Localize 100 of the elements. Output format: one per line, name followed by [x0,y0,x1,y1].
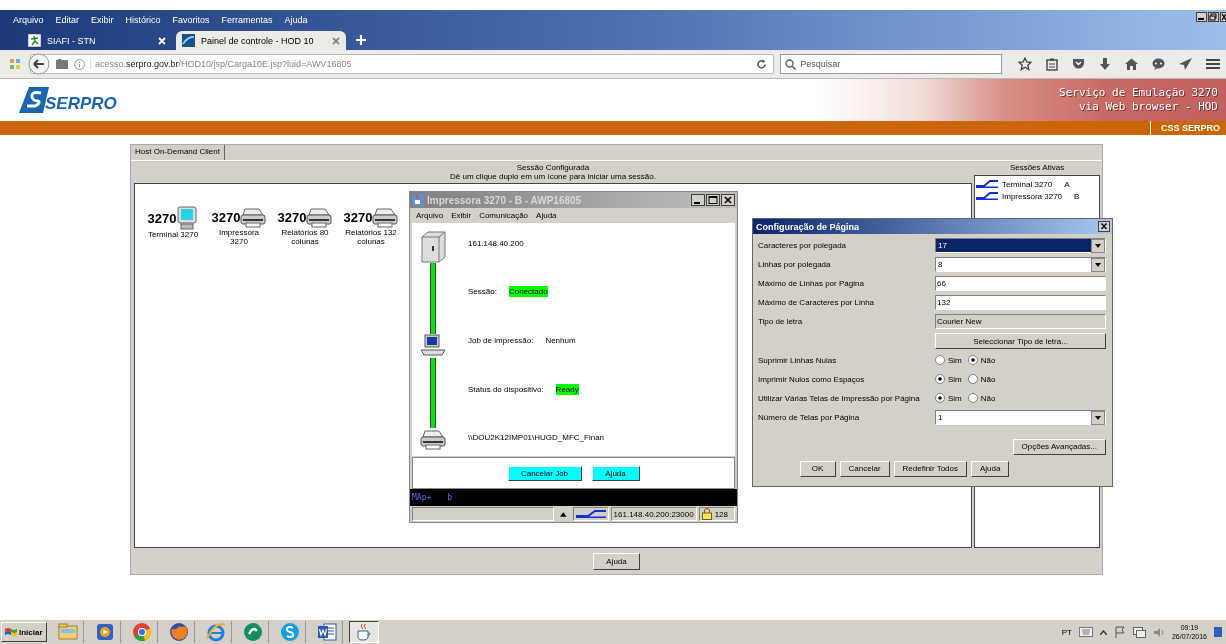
menu-item[interactable]: Arquivo [13,15,44,25]
session-launcher[interactable]: 3270 Impressora 3270 [207,206,271,246]
home-icon[interactable] [1125,58,1138,70]
radio-button[interactable] [967,393,978,404]
minimize-icon[interactable] [691,194,705,206]
lock-icon [701,508,712,520]
input-field[interactable]: 66 [935,276,1106,292]
monitor-icon [176,206,199,230]
radio-button[interactable] [967,355,978,366]
input-field[interactable]: 132 [935,295,1106,311]
menu-item[interactable]: Arquivo [416,211,444,220]
search-field[interactable]: Pesquisar [780,54,1002,74]
help-button[interactable]: Ajuda [593,552,640,570]
menu-item[interactable]: Ajuda [284,15,308,25]
action-button[interactable]: Ajuda [591,465,640,481]
start-button[interactable]: Iniciar [1,622,47,642]
field-label: Máximo de Caracteres por Linha [758,298,876,308]
session-launcher[interactable]: 3270 Terminal 3270 [141,206,205,239]
printer-icon [240,206,267,228]
radio-button[interactable] [935,355,945,366]
action-button[interactable]: Cancelar Job [507,465,582,481]
restore-icon[interactable] [1208,12,1219,22]
browser-tab[interactable]: Painel de controle - HOD 10 [176,31,346,50]
send-icon[interactable] [1179,58,1192,70]
banner-text: via Web browser - HOD [1078,100,1218,114]
up-arrow-icon [560,511,567,517]
radio-label[interactable]: Não [980,393,996,403]
menu-item[interactable]: Exibir [451,211,472,220]
maximize-icon[interactable] [706,194,720,206]
field-value: Ready [555,384,579,395]
chevron-up-icon[interactable] [1099,629,1107,635]
host-address: 161.148.40.200 [468,239,525,248]
device-path: \\DOU2K12IMP01\HUGD_MFC_Finan [468,433,606,442]
menu-item[interactable]: Histórico [125,15,161,25]
strip-label: CSS SERPRO [1150,121,1226,135]
menu-item[interactable]: Exibir [91,15,114,25]
session-item[interactable]: Terminal 3270 A [976,178,1098,190]
select-font-button[interactable]: Seleccionar Tipo de letra... [935,333,1106,349]
menu-item[interactable]: Ajuda [536,211,557,220]
back-icon[interactable] [28,53,50,75]
network-icon[interactable] [1132,626,1146,638]
field-value: Conectado [508,286,548,297]
status-text: MAp+ [412,493,432,502]
menu-item[interactable]: Comunicação [479,211,529,220]
language-indicator[interactable]: PT [1061,627,1072,637]
radio-button[interactable] [967,374,978,385]
radio-label[interactable]: Sim [948,355,962,365]
menu-item[interactable]: Favoritos [172,15,210,25]
close-icon[interactable] [1098,221,1110,232]
dialog-button[interactable]: Ajuda [971,460,1010,477]
printer-icon [420,428,446,450]
dropdown[interactable]: 1 [935,409,1106,425]
server-icon [420,231,446,263]
clipboard-icon[interactable] [1046,57,1058,71]
session-launcher[interactable]: 3270 Relatórios 132 colunas [339,206,403,246]
radio-label[interactable]: Sim [948,374,962,384]
browser-e-icon [204,621,227,643]
radio-button[interactable] [935,393,945,404]
status-text: b [447,493,453,502]
session-item[interactable]: Impressora 3270 B [976,190,1098,202]
address-field[interactable]: acesso.serpro.gov.br/HOD10/jsp/Carga10E.jsp?luid=AWV16805 [30,54,775,74]
field-label: Número de Telas por Página [758,412,861,422]
session-launcher[interactable]: 3270 Relatórios 80 colunas [273,206,337,246]
field-label: Status do dispositivo: [468,385,544,394]
keyboard-icon[interactable] [1078,627,1093,637]
taskbar-button[interactable] [348,621,379,643]
minimize-icon[interactable] [1196,12,1207,22]
instruction-text: Dê um clique duplo em um ícone para iniciar uma sessão. [449,172,657,181]
radio-label[interactable]: Sim [948,393,962,403]
logo-text: SERPRO [45,94,117,114]
close-icon[interactable] [721,194,735,206]
pocket-icon[interactable] [1072,58,1085,70]
dialog-button[interactable]: Redefinir Todos [893,460,967,477]
field-label: Job de impressão: [468,336,534,345]
search-icon [785,58,797,70]
plus-icon[interactable] [356,35,366,45]
dropdown[interactable]: 8 [935,257,1106,273]
browser-tab[interactable]: SIAFI - STN [22,31,172,50]
star-icon[interactable] [1018,57,1032,71]
computer-icon [420,333,446,358]
stick-figure-icon [28,34,41,47]
flag-icon[interactable] [1113,626,1126,638]
menu-item[interactable]: Ferramentas [221,15,273,25]
menu-item[interactable]: Editar [55,15,80,25]
radio-button[interactable] [935,374,945,385]
java-cup-icon [412,194,424,206]
globe-icon [182,34,195,47]
radio-label[interactable]: Não [980,374,996,384]
download-icon[interactable] [1099,57,1111,71]
chat-icon[interactable] [1152,58,1165,70]
field-label: Tipo de letra [758,317,804,327]
radio-label[interactable]: Não [980,355,996,365]
connection-address: 161.148.40.200:23000 [610,507,697,521]
dialog-button[interactable]: OK [799,460,836,477]
menu-icon[interactable] [1206,58,1220,70]
dialog-button[interactable]: Cancelar [839,460,890,477]
dropdown[interactable]: 17 [935,238,1106,254]
advanced-options-button[interactable]: Opções Avançadas... [1012,438,1106,455]
close-icon[interactable] [1220,12,1226,22]
reload-icon[interactable] [756,58,768,70]
